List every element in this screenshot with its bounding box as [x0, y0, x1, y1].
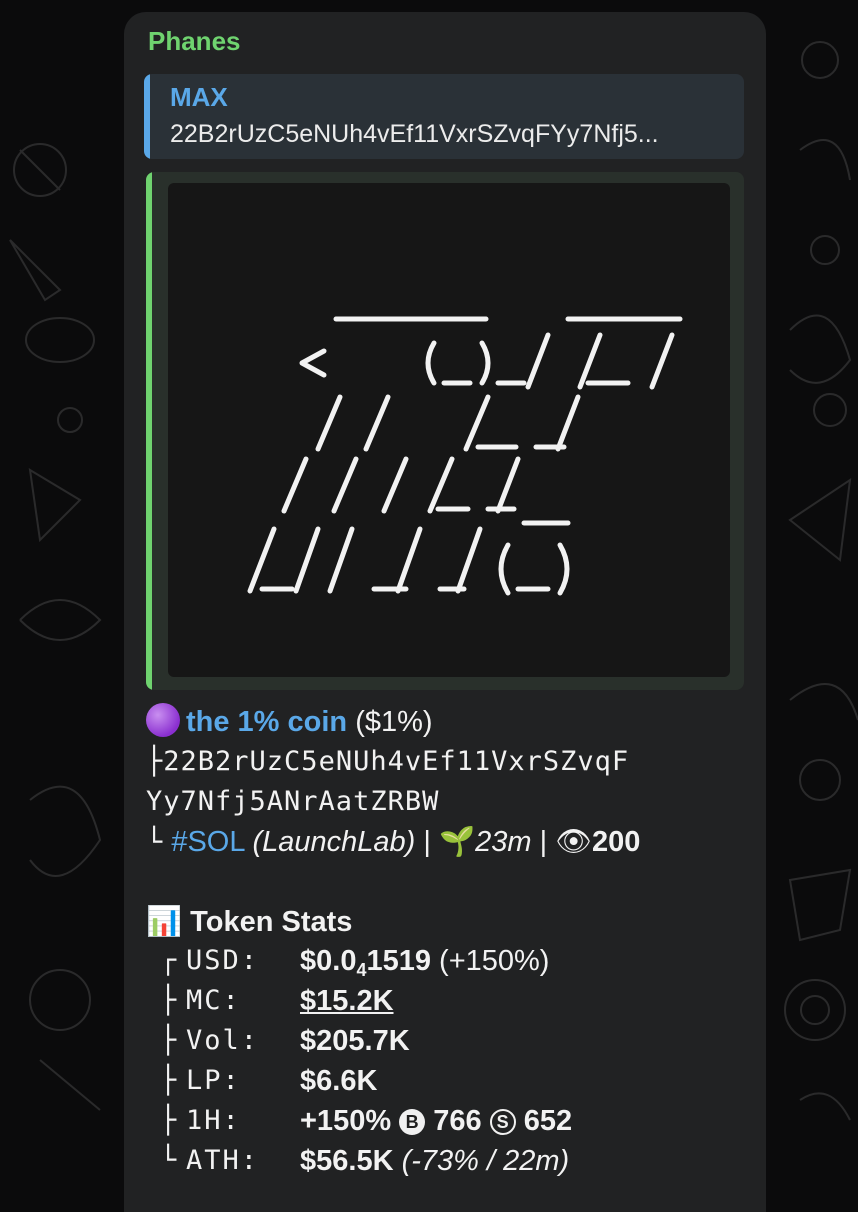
view-count: 200: [592, 826, 641, 858]
separator: |: [539, 826, 548, 858]
tree-branch-glyph: ┌: [160, 945, 177, 976]
sell-count: 652: [523, 1105, 573, 1137]
link-preview[interactable]: [146, 172, 744, 690]
ascii-art-logo: [247, 316, 683, 596]
stat-1h-value: +150% B 766 S 652: [300, 1105, 573, 1137]
reply-accent-bar: [144, 74, 150, 159]
tree-branch-glyph: ├: [160, 1065, 177, 1096]
tree-branch-glyph: ├: [160, 1105, 177, 1136]
chain-hashtag[interactable]: #SOL: [171, 826, 244, 858]
tree-end-glyph: └: [146, 827, 164, 858]
reply-text: 22B2rUzC5eNUh4vEf11VxrSZvqFYy7Nfj5...: [170, 120, 659, 148]
chain-line: └ #SOL (LaunchLab) | 🌱23m | 👁200: [146, 822, 756, 863]
stat-ath-label: ATH:: [186, 1145, 260, 1176]
buys-icon: B: [399, 1109, 426, 1135]
stat-usd-value: $0.041519 (+150%): [300, 945, 550, 980]
purple-circle-icon: [146, 703, 180, 737]
address-line-1: ├22B2rUzC5eNUh4vEf11VxrSZvqF: [146, 742, 756, 782]
token-name-link[interactable]: the 1% coin: [186, 706, 347, 738]
tree-branch-glyph: ├: [160, 1025, 177, 1056]
buy-count: 766: [433, 1105, 482, 1137]
platform-label: (LaunchLab): [252, 826, 416, 858]
stat-mc-label: MC:: [186, 985, 241, 1016]
stat-usd-label: USD:: [186, 945, 260, 976]
sender-name[interactable]: Phanes: [148, 26, 241, 57]
sells-icon: S: [489, 1109, 516, 1135]
stats-title-row: 📊 Token Stats: [146, 905, 352, 945]
stat-vol-label: Vol:: [186, 1025, 260, 1056]
eye-icon: 👁: [555, 826, 593, 858]
stat-lp-value: $6.6K: [300, 1065, 378, 1097]
tree-branch-glyph: ├: [160, 985, 177, 1016]
message-bubble: Phanes MAX 22B2rUzC5eNUh4vEf11VxrSZvqFYy…: [124, 12, 766, 1212]
token-age: 23m: [475, 826, 532, 858]
ascii-logo-image[interactable]: [168, 183, 730, 677]
stat-mc-value-link[interactable]: $15.2K: [300, 985, 394, 1018]
stat-ath-value: $56.5K (-73% / 22m): [300, 1145, 570, 1177]
token-address-part1[interactable]: 22B2rUzC5eNUh4vEf11VxrSZvqF: [163, 746, 629, 777]
preview-accent-bar: [146, 172, 152, 690]
stat-ath-detail: (-73% / 22m): [401, 1145, 570, 1177]
stat-usd-change: (+150%): [439, 945, 550, 977]
token-info: the 1% coin ($1%) ├22B2rUzC5eNUh4vEf11Vx…: [146, 702, 756, 863]
reply-quote[interactable]: MAX 22B2rUzC5eNUh4vEf11VxrSZvqFYy7Nfj5..…: [144, 74, 744, 159]
token-title-line: the 1% coin ($1%): [146, 702, 756, 742]
stat-lp-label: LP:: [186, 1065, 241, 1096]
bar-chart-icon: 📊: [146, 906, 183, 938]
stats-title: Token Stats: [190, 906, 353, 938]
separator: |: [423, 826, 431, 858]
tree-branch-glyph: ├: [146, 746, 164, 777]
tree-end-glyph: └: [160, 1145, 177, 1176]
stat-vol-value: $205.7K: [300, 1025, 410, 1057]
seedling-icon: 🌱: [439, 826, 476, 858]
reply-author: MAX: [170, 82, 228, 112]
address-line-2: Yy7Nfj5ANrAatZRBW: [146, 782, 756, 822]
stat-1h-label: 1H:: [186, 1105, 241, 1136]
token-ticker: ($1%): [355, 706, 433, 738]
token-address-part2[interactable]: Yy7Nfj5ANrAatZRBW: [146, 786, 439, 817]
